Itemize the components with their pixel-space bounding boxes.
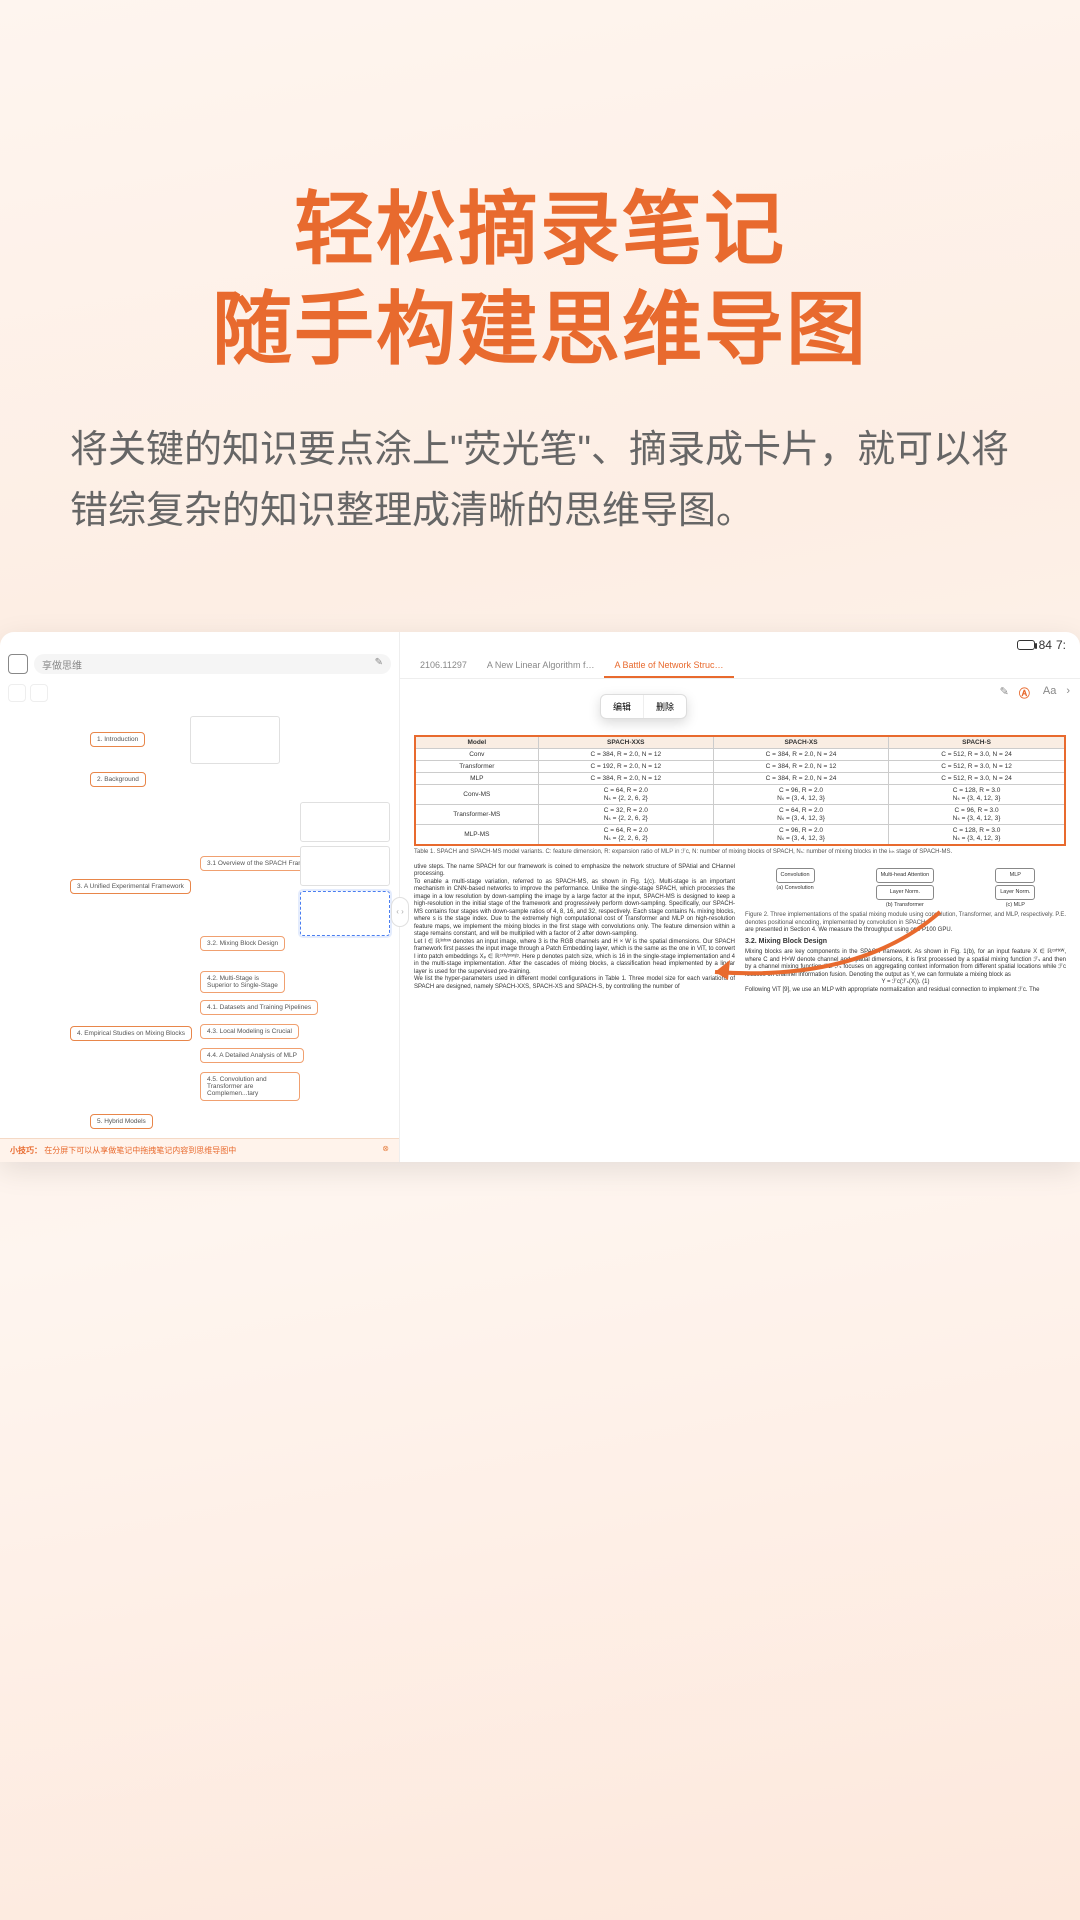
mm-node-4-4[interactable]: 4.4. A Detailed Analysis of MLP <box>200 1048 304 1063</box>
td: C = 384, R = 2.0, N = 12 <box>538 748 713 760</box>
td: C = 64, R = 2.0 Nₛ = {3, 4, 12, 3} <box>713 804 888 824</box>
hero-subtitle: 将关键的知识要点涂上"荧光笔"、摘录成卡片，就可以将错综复杂的知识整理成清晰的思… <box>60 420 1020 542</box>
mindmap-canvas[interactable]: 1. Introduction 2. Background 3.1 Overvi… <box>0 706 399 1162</box>
td: Conv <box>415 748 538 760</box>
table-caption: Table 1. SPACH and SPACH-MS model varian… <box>414 849 1066 856</box>
doc-col-right: Convolution (a) Convolution Multi-head A… <box>745 864 1066 994</box>
td: C = 192, R = 2.0, N = 12 <box>538 760 713 772</box>
mm-thumb-1[interactable] <box>190 716 280 764</box>
td: C = 384, R = 2.0, N = 12 <box>538 772 713 784</box>
p: utive steps. The name SPACH for our fram… <box>414 864 735 879</box>
tip-close-icon[interactable]: ⊗ <box>382 1144 389 1153</box>
mm-node-4[interactable]: 4. Empirical Studies on Mixing Blocks <box>70 1026 192 1041</box>
mm-thumb-3[interactable] <box>300 846 390 886</box>
tip-bar: 小技巧： 在分屏下可以从享做笔记中拖拽笔记内容到思维导图中 ⊗ <box>0 1138 399 1162</box>
tab-1[interactable]: 2106.11297 <box>410 654 477 678</box>
mm-node-2[interactable]: 2. Background <box>90 772 146 787</box>
tool-magic-icon[interactable] <box>8 684 26 702</box>
diag-conv: Convolution <box>776 868 815 883</box>
diag-attn: Multi-head Attention <box>876 868 935 883</box>
td: MLP <box>415 772 538 784</box>
td: C = 384, R = 2.0, N = 24 <box>713 772 888 784</box>
paper-table: Model SPACH-XXS SPACH-XS SPACH-S ConvC =… <box>414 735 1066 846</box>
th-model: Model <box>415 736 538 749</box>
mm-thumb-2[interactable] <box>300 802 390 842</box>
doc-col-left: utive steps. The name SPACH for our fram… <box>414 864 735 994</box>
font-size-button[interactable]: Aa <box>1043 685 1056 699</box>
tool-lasso-icon[interactable] <box>30 684 48 702</box>
tab-2[interactable]: A New Linear Algorithm f… <box>477 654 605 678</box>
mm-node-4-5[interactable]: 4.5. Convolution and Transformer are Com… <box>200 1072 300 1101</box>
doc-toolbar: ✎ Ⓐ Aa › <box>400 679 1080 705</box>
home-icon[interactable] <box>8 654 28 674</box>
hero-title-line2: 随手构建思维导图 <box>60 280 1020 380</box>
mm-node-3-2[interactable]: 3.2. Mixing Block Design <box>200 936 285 951</box>
p: Following ViT [9], we use an MLP with ap… <box>745 987 1066 995</box>
tip-label: 小技巧： <box>10 1146 42 1155</box>
figure-caption: Figure 2. Three implementations of the s… <box>745 912 1066 926</box>
tip-text: 在分屏下可以从享做笔记中拖拽笔记内容到思维导图中 <box>44 1146 236 1155</box>
pencil-icon[interactable]: ✎ <box>375 657 383 671</box>
document-body[interactable]: Model SPACH-XXS SPACH-XS SPACH-S ConvC =… <box>400 705 1080 1162</box>
tab-3-active[interactable]: A Battle of Network Struc… <box>604 654 733 678</box>
mm-node-3[interactable]: 3. A Unified Experimental Framework <box>70 879 191 894</box>
td: Transformer <box>415 760 538 772</box>
diag-cap-a: (a) Convolution <box>776 885 815 892</box>
td: C = 96, R = 2.0 Nₛ = {3, 4, 12, 3} <box>713 784 888 804</box>
search-input[interactable]: 享做思维 ✎ <box>34 654 391 674</box>
diag-ln-2: Layer Norm. <box>995 885 1035 900</box>
td: C = 64, R = 2.0 Nₛ = {2, 2, 6, 2} <box>538 824 713 845</box>
diag-cap-c: (c) MLP <box>995 902 1035 909</box>
td: C = 384, R = 2.0, N = 24 <box>713 748 888 760</box>
p: We list the hyper-parameters used in dif… <box>414 976 735 991</box>
app-window: 84 7: 享做思维 ✎ 1. Introduction 2. Backgrou… <box>0 632 1080 1162</box>
th-xxs: SPACH-XXS <box>538 736 713 749</box>
td: C = 384, R = 2.0, N = 12 <box>713 760 888 772</box>
th-xs: SPACH-XS <box>713 736 888 749</box>
td: C = 128, R = 3.0 Nₛ = {3, 4, 12, 3} <box>889 784 1065 804</box>
mm-node-4-2[interactable]: 4.1. Datasets and Training Pipelines <box>200 1000 318 1015</box>
td: Conv-MS <box>415 784 538 804</box>
diag-mlp: MLP <box>995 868 1035 883</box>
td: MLP-MS <box>415 824 538 845</box>
mindmap-panel: 享做思维 ✎ 1. Introduction 2. Background 3.1… <box>0 632 400 1162</box>
mm-node-1[interactable]: 1. Introduction <box>90 732 145 747</box>
td: C = 32, R = 2.0 Nₛ = {2, 2, 6, 2} <box>538 804 713 824</box>
td: C = 512, R = 3.0, N = 12 <box>889 760 1065 772</box>
td: C = 512, R = 3.0, N = 24 <box>889 748 1065 760</box>
td: C = 96, R = 2.0 Nₛ = {3, 4, 12, 3} <box>713 824 888 845</box>
td: C = 128, R = 3.0 Nₛ = {3, 4, 12, 3} <box>889 824 1065 845</box>
figure-diagram: Convolution (a) Convolution Multi-head A… <box>745 868 1066 909</box>
diag-cap-b: (b) Transformer <box>876 902 935 909</box>
equation: Y = ℱc(ℱₛ(X)). (1) <box>745 979 1066 987</box>
annotation-mode-icon[interactable]: Ⓐ <box>1019 685 1033 699</box>
diag-ln-1: Layer Norm. <box>876 885 935 900</box>
more-chevron-icon[interactable]: › <box>1066 685 1070 699</box>
p: To enable a multi-stage variation, refer… <box>414 879 735 939</box>
hero-title-line1: 轻松摘录笔记 <box>60 180 1020 280</box>
mm-node-4-1[interactable]: 4.2. Multi-Stage is Superior to Single-S… <box>200 971 285 993</box>
p: Mixing blocks are key components in the … <box>745 949 1066 979</box>
doc-tabs: 2106.11297 A New Linear Algorithm f… A B… <box>400 632 1080 679</box>
p: Let I ∈ ℝ³ˣʰˣʷ denotes an input image, w… <box>414 939 735 977</box>
td: Transformer-MS <box>415 804 538 824</box>
mm-node-4-3[interactable]: 4.3. Local Modeling is Crucial <box>200 1024 299 1039</box>
td: C = 96, R = 3.0 Nₛ = {3, 4, 12, 3} <box>889 804 1065 824</box>
document-panel: ‹ › 2106.11297 A New Linear Algorithm f…… <box>400 632 1080 1162</box>
p: are presented in Section 4. We measure t… <box>745 927 1066 935</box>
mm-thumb-selected[interactable] <box>300 891 390 936</box>
edit-pencil-icon[interactable]: ✎ <box>1000 685 1009 699</box>
section-heading: 3.2. Mixing Block Design <box>745 938 1066 947</box>
search-placeholder: 享做思维 <box>42 657 82 671</box>
mm-node-5[interactable]: 5. Hybrid Models <box>90 1114 153 1129</box>
td: C = 512, R = 3.0, N = 24 <box>889 772 1065 784</box>
td: C = 64, R = 2.0 Nₛ = {2, 2, 6, 2} <box>538 784 713 804</box>
th-s: SPACH-S <box>889 736 1065 749</box>
